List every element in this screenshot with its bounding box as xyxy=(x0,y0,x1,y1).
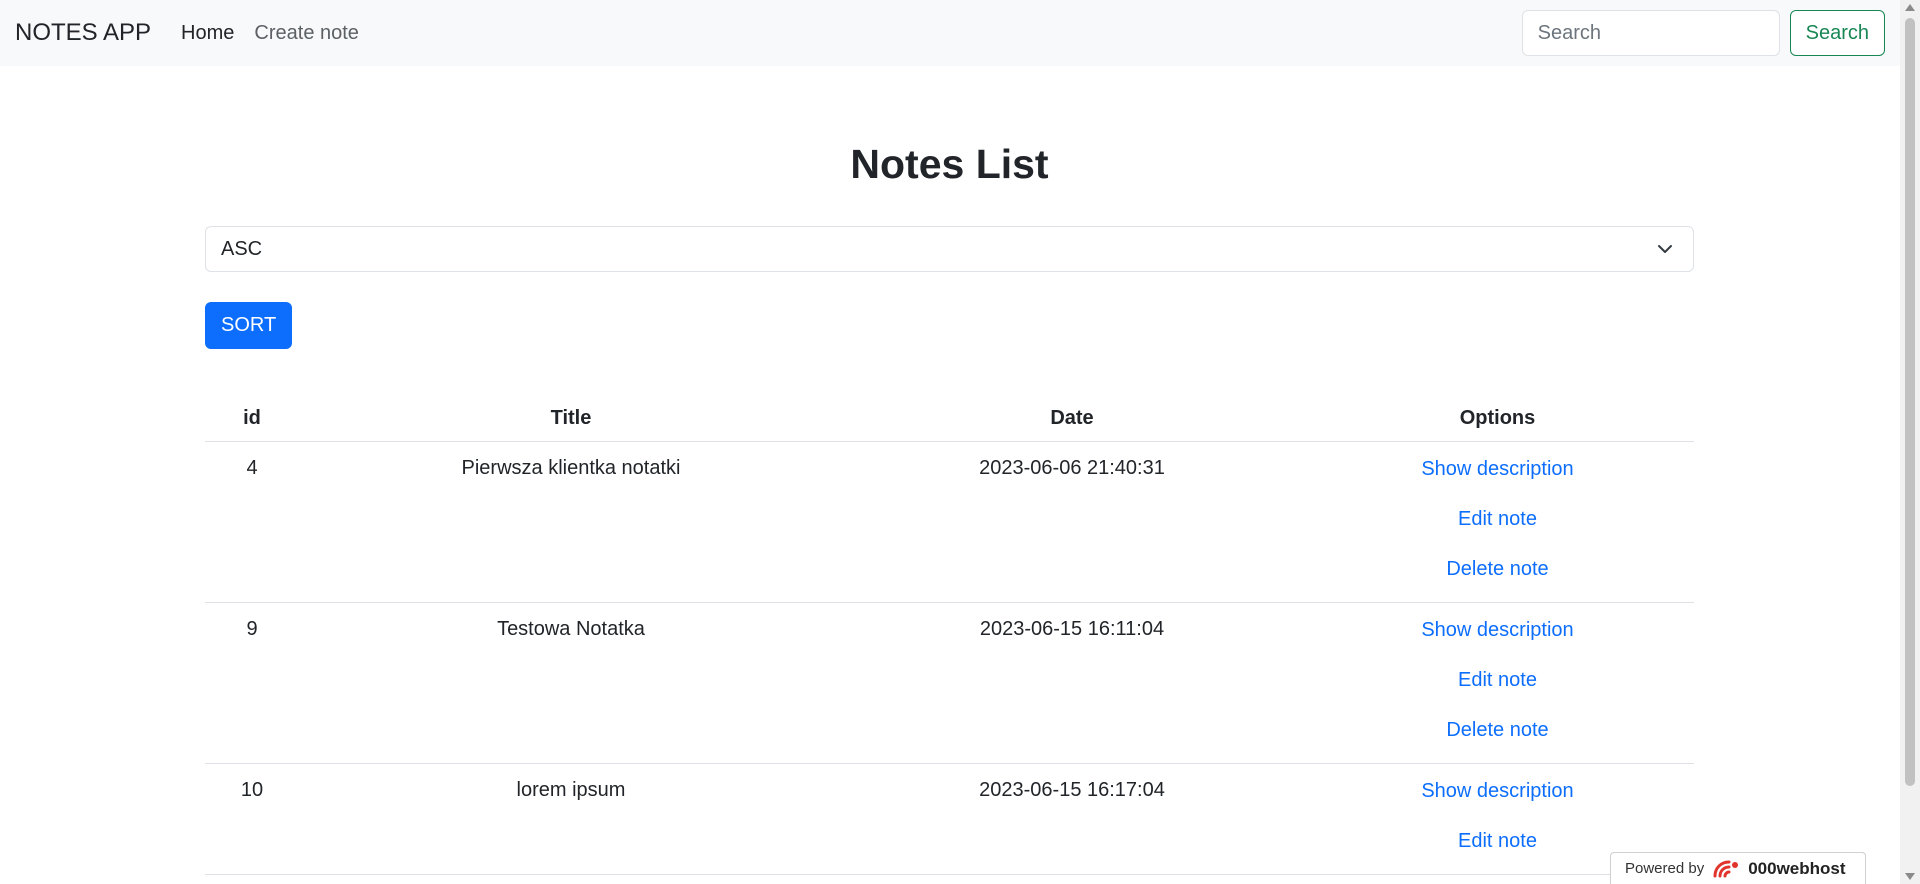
table-row: 10 lorem ipsum 2023-06-15 16:17:04 Show … xyxy=(205,763,1694,875)
scrollbar-thumb[interactable] xyxy=(1905,18,1915,786)
column-header-options: Options xyxy=(1301,395,1694,442)
nav-create-note-link[interactable]: Create note xyxy=(254,22,359,45)
show-description-link[interactable]: Show description xyxy=(1301,766,1694,816)
search-button[interactable]: Search xyxy=(1789,10,1885,56)
page-scrollbar[interactable] xyxy=(1900,0,1920,884)
note-date: 2023-06-15 16:11:04 xyxy=(843,602,1301,764)
powered-by-badge[interactable]: Powered by 000webhost xyxy=(1610,852,1866,884)
options-list: Show description Edit note Delete note xyxy=(1301,603,1694,763)
note-title: Testowa Notatka xyxy=(299,602,843,764)
note-title: Pierwsza klientka notatki xyxy=(299,441,843,603)
sort-order-select[interactable]: ASC xyxy=(205,226,1694,272)
column-header-title: Title xyxy=(299,395,843,442)
table-header-row: id Title Date Options xyxy=(205,395,1694,442)
delete-note-link[interactable]: Delete note xyxy=(1301,544,1694,594)
note-id: 4 xyxy=(205,441,299,603)
page-title: Notes List xyxy=(850,141,1049,187)
search-input[interactable] xyxy=(1521,10,1780,56)
note-id: 9 xyxy=(205,602,299,764)
chevron-down-icon xyxy=(1658,245,1672,253)
sort-button[interactable]: SORT xyxy=(205,302,293,349)
brand-logo-text[interactable]: NOTES APP xyxy=(15,19,151,47)
sort-order-selected-value: ASC xyxy=(221,237,263,260)
note-id: 10 xyxy=(205,763,299,875)
note-title: lorem ipsum xyxy=(299,763,843,875)
column-header-id: id xyxy=(205,395,299,442)
navbar: NOTES APP Home Create note Search xyxy=(0,0,1900,66)
show-description-link[interactable]: Show description xyxy=(1301,444,1694,494)
scroll-up-arrow-icon[interactable] xyxy=(1905,4,1915,11)
webhost-logo-icon xyxy=(1713,860,1739,877)
powered-by-label: Powered by xyxy=(1625,860,1705,877)
show-description-link[interactable]: Show description xyxy=(1301,605,1694,655)
table-row: 9 Testowa Notatka 2023-06-15 16:11:04 Sh… xyxy=(205,602,1694,764)
edit-note-link[interactable]: Edit note xyxy=(1301,655,1694,705)
options-list: Show description Edit note Delete note xyxy=(1301,442,1694,602)
column-header-date: Date xyxy=(843,395,1301,442)
powered-by-brand: 000webhost xyxy=(1748,858,1846,878)
table-row: 4 Pierwsza klientka notatki 2023-06-06 2… xyxy=(205,441,1694,603)
note-date: 2023-06-15 16:17:04 xyxy=(843,763,1301,875)
note-options: Show description Edit note Delete note xyxy=(1301,602,1694,764)
notes-table: id Title Date Options 4 Pierwsza klientk… xyxy=(205,395,1694,875)
delete-note-link[interactable]: Delete note xyxy=(1301,705,1694,755)
scroll-down-arrow-icon[interactable] xyxy=(1905,873,1915,880)
note-options: Show description Edit note Delete note xyxy=(1301,441,1694,603)
note-date: 2023-06-06 21:40:31 xyxy=(843,441,1301,603)
nav-home-link[interactable]: Home xyxy=(181,22,234,45)
main-container: Notes List ASC SORT id Title Date Option… xyxy=(205,66,1694,875)
edit-note-link[interactable]: Edit note xyxy=(1301,494,1694,544)
